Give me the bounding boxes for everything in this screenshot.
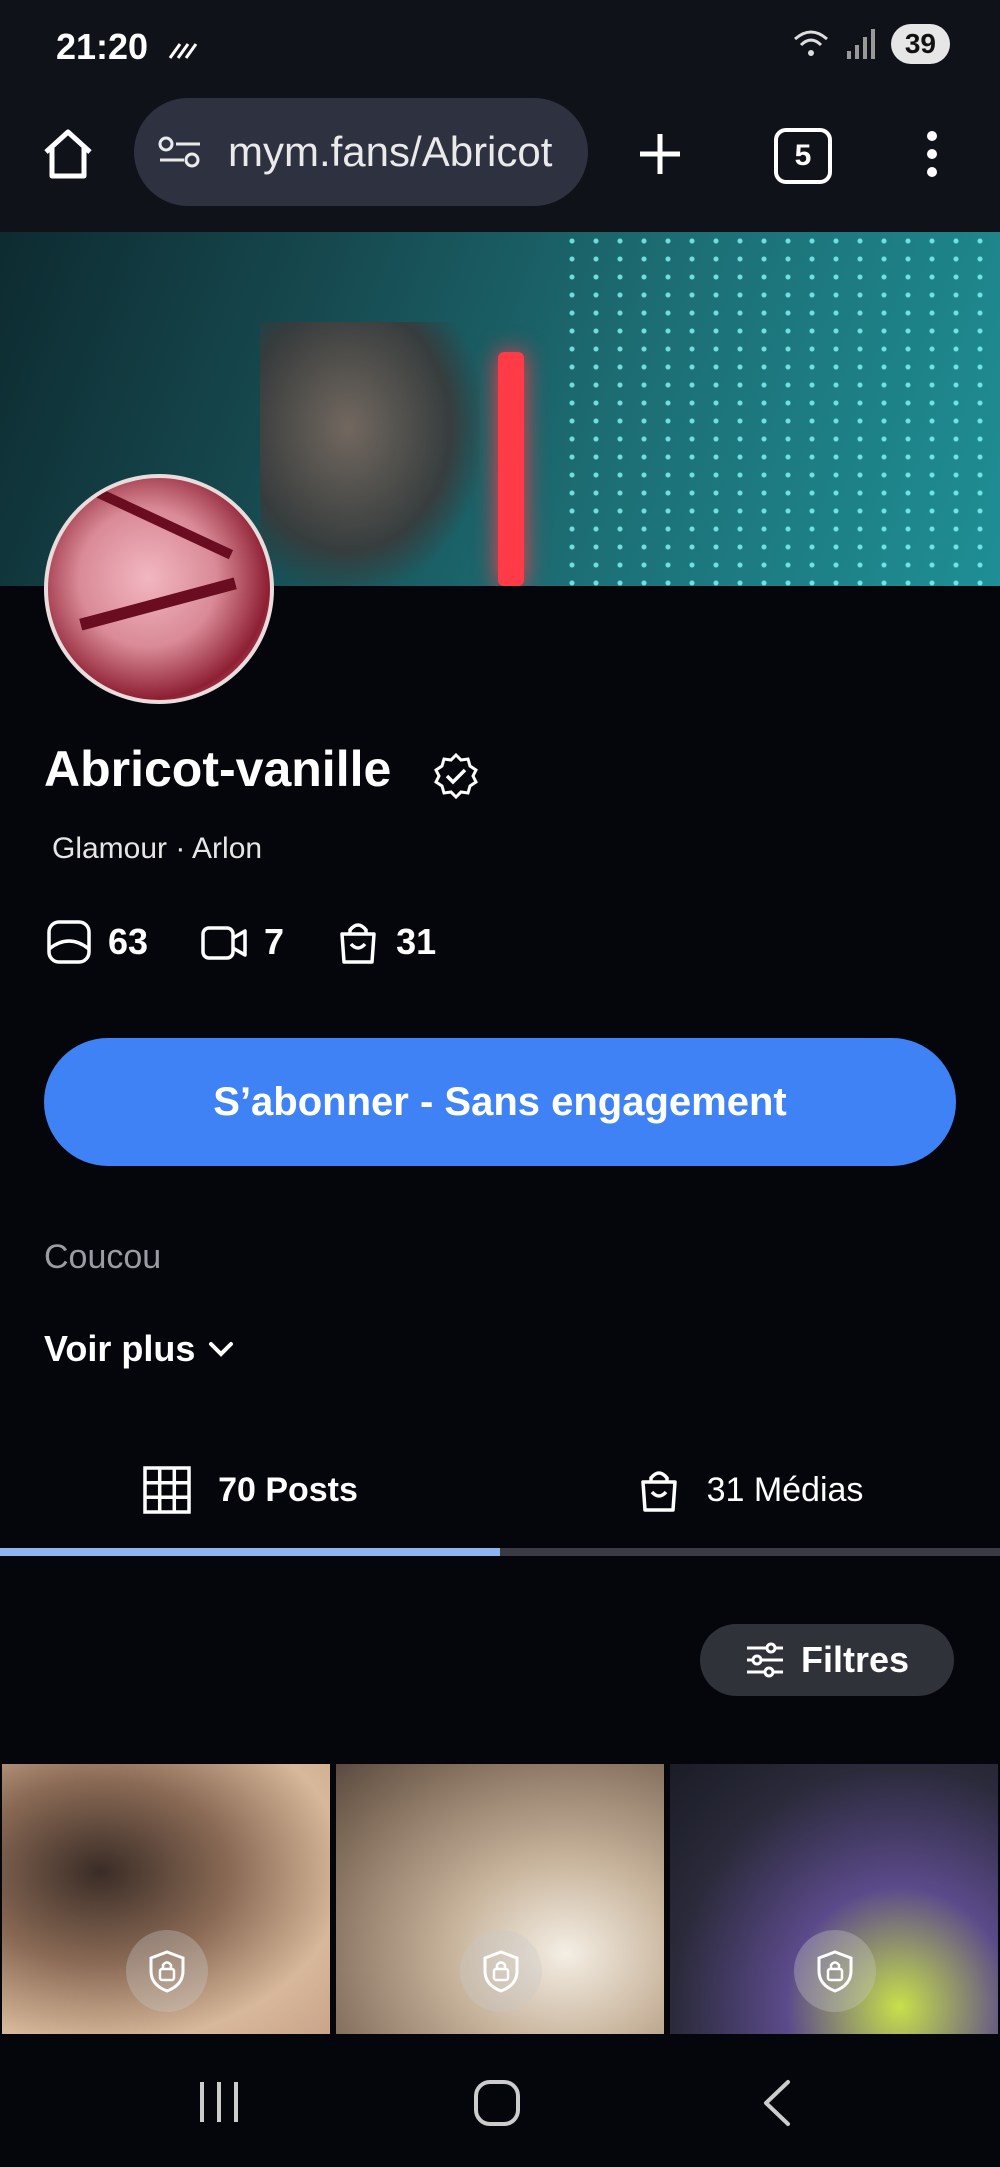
battery-level: 39 [890, 24, 950, 64]
verified-badge-icon [434, 752, 478, 800]
stat-medias: 31 [336, 918, 436, 966]
tab-indicator [0, 1548, 1000, 1556]
profile-stats: 63 7 31 [46, 918, 488, 966]
lock-icon [460, 1930, 542, 2012]
tab-medias[interactable]: 31 Médias [500, 1430, 1000, 1550]
grid-icon [143, 1466, 191, 1514]
media-thumb[interactable] [670, 1764, 998, 2034]
video-icon [201, 926, 247, 960]
site-settings-icon[interactable] [156, 132, 204, 172]
stat-videos-count: 7 [264, 921, 285, 962]
tab-posts-label: 70 Posts [218, 1470, 358, 1509]
filters-label: Filtres [800, 1639, 910, 1680]
shopping-bag-icon [340, 923, 376, 964]
tab-switcher-button[interactable]: 5 [774, 128, 832, 184]
new-tab-icon[interactable] [636, 130, 684, 178]
stat-medias-count: 31 [396, 921, 437, 962]
more-menu-icon[interactable] [920, 128, 944, 180]
profile-bio: Coucou [44, 1238, 162, 1276]
status-time: 21:20 [56, 26, 149, 67]
stat-videos: 7 [200, 919, 284, 965]
back-icon[interactable] [760, 2078, 794, 2128]
media-grid [0, 1764, 1000, 2034]
home-icon[interactable] [40, 126, 96, 182]
filters-button[interactable]: Filtres [700, 1624, 954, 1696]
recent-apps-icon[interactable] [196, 2080, 242, 2124]
tab-medias-label: 31 Médias [706, 1470, 864, 1509]
photo-icon [47, 920, 91, 964]
media-thumb[interactable] [336, 1764, 664, 2034]
address-bar[interactable]: mym.fans/Abricot [134, 98, 588, 206]
lock-icon [794, 1930, 876, 2012]
content-tabs: 70 Posts 31 Médias [0, 1430, 1000, 1550]
profile-name: Abricot-vanille [44, 741, 392, 797]
tab-posts[interactable]: 70 Posts [0, 1430, 500, 1550]
data-activity-icon [168, 43, 198, 59]
signal-icon [846, 29, 875, 59]
subscribe-button[interactable]: S’abonner - Sans engagement [44, 1038, 956, 1166]
stat-photos: 63 [46, 919, 148, 965]
lock-icon [126, 1930, 208, 2012]
filter-sliders-icon [746, 1642, 783, 1678]
url-text: mym.fans/Abricot [228, 128, 553, 175]
avatar[interactable] [44, 474, 274, 704]
profile-subtitle: Glamour · Arlon [52, 832, 263, 865]
status-icons: 39 [791, 24, 950, 64]
chevron-down-icon [209, 1342, 234, 1357]
wifi-icon [793, 30, 828, 56]
stat-photos-count: 63 [108, 921, 149, 962]
home-button-icon[interactable] [472, 2078, 522, 2128]
media-thumb[interactable] [2, 1764, 330, 2034]
see-more-button[interactable]: Voir plus [44, 1328, 235, 1370]
shopping-bag-icon [640, 1471, 677, 1512]
see-more-label: Voir plus [44, 1328, 196, 1369]
